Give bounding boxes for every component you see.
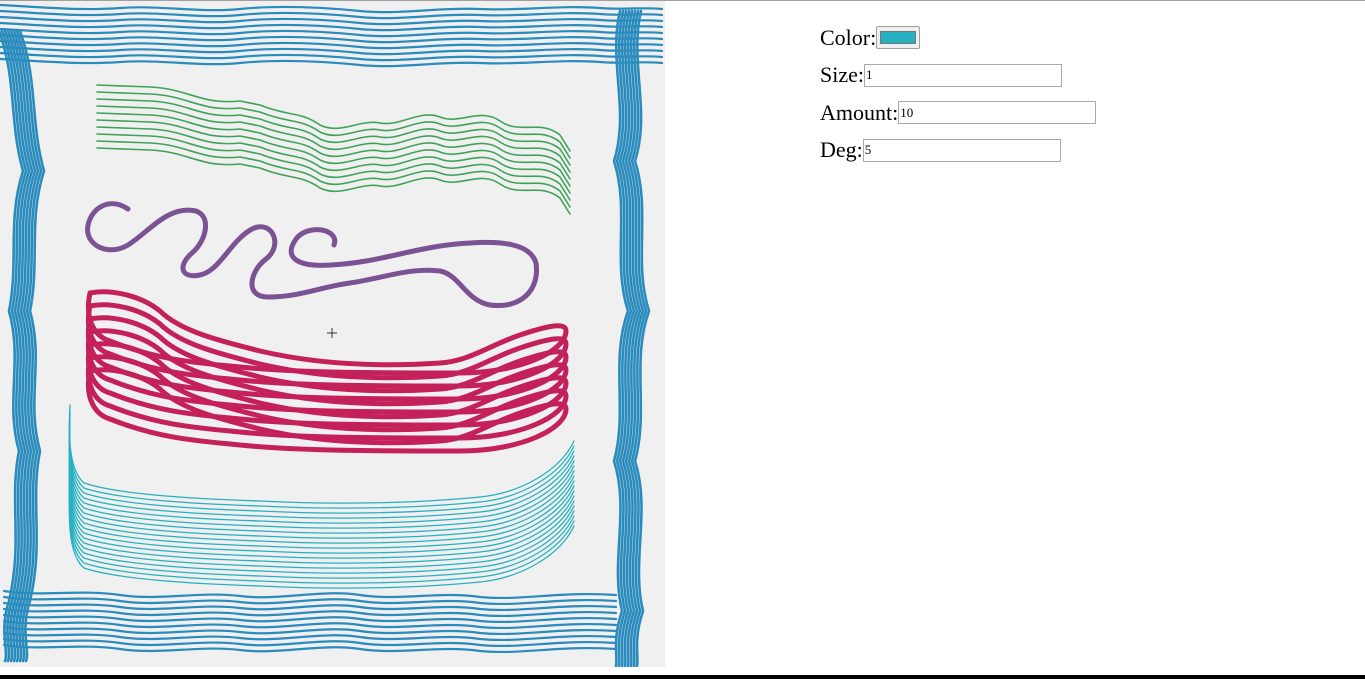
blue-frame-line: [0, 15, 664, 26]
green-wave-line: [96, 140, 571, 208]
blue-frame-line: [0, 3, 664, 14]
color-row: Color:: [820, 19, 1096, 57]
blue-frame-line: [0, 45, 664, 56]
color-swatch: [880, 31, 917, 45]
crosshair-icon: [327, 328, 337, 338]
blue-frame-line: [0, 57, 664, 68]
amount-input[interactable]: [898, 101, 1097, 125]
bottom-border: [0, 675, 1365, 679]
amount-row: Amount:: [820, 94, 1097, 132]
strokes-layer: [0, 3, 664, 667]
size-row: Size:: [820, 57, 1096, 95]
deg-row: Deg:: [820, 132, 1096, 170]
blue-frame-line: [0, 39, 664, 50]
blue-frame-line: [0, 33, 664, 44]
color-label: Color:: [820, 24, 877, 50]
drawing-surface[interactable]: [0, 1, 665, 667]
controls-panel: Color: Size: Amount: Deg:: [820, 19, 1097, 170]
blue-frame-line: [0, 21, 664, 32]
color-picker[interactable]: [876, 26, 921, 50]
purple-squiggle: [85, 201, 539, 309]
blue-frame-line: [0, 51, 664, 62]
size-input[interactable]: [864, 63, 1062, 87]
blue-frame-line: [2, 589, 618, 600]
deg-input[interactable]: [862, 138, 1061, 162]
green-wave-line: [96, 147, 571, 215]
amount-label: Amount:: [820, 99, 899, 125]
blue-frame-line: [0, 9, 664, 20]
blue-frame-line: [0, 27, 664, 38]
deg-label: Deg:: [820, 137, 863, 163]
green-wave-line: [96, 133, 571, 201]
drawing-canvas[interactable]: [0, 1, 665, 667]
size-label: Size:: [820, 62, 864, 88]
